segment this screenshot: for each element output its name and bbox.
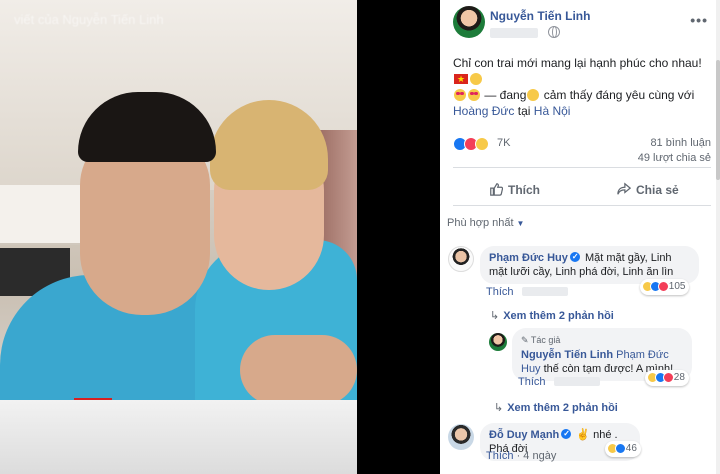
post-actions: Thích Chia sẻ — [453, 176, 711, 206]
reply-reactions-count: 28 — [673, 372, 685, 383]
person-arm — [240, 335, 357, 405]
heart-eyes-emoji-icon — [468, 89, 480, 101]
author-name[interactable]: Nguyễn Tiến Linh — [490, 9, 590, 23]
comment-sort-dropdown[interactable]: Phù hợp nhất ▼ — [447, 217, 524, 229]
comment-reactions[interactable]: 46 — [605, 441, 641, 457]
reactions-count[interactable]: 7K — [497, 137, 510, 149]
comment-meta-blurred — [521, 287, 568, 296]
thumbs-up-icon — [490, 183, 503, 196]
post-text: Chỉ con trai mới mang lại hạnh phúc cho … — [453, 55, 711, 119]
reply-arrow-icon: ↳ — [494, 402, 504, 414]
comment-sort-label: Phù hợp nhất — [447, 217, 514, 229]
reply-reactions[interactable]: 28 — [645, 370, 689, 386]
scrollbar-thumb[interactable] — [716, 60, 720, 180]
verified-badge-icon — [569, 250, 580, 264]
post-header: Nguyễn Tiến Linh ••• — [440, 0, 720, 44]
shares-count[interactable]: 49 lượt chia sẻ — [638, 152, 711, 164]
reaction-icons[interactable] — [453, 136, 489, 151]
post-feeling-text: cảm thấy đáng yêu cùng với — [543, 88, 695, 102]
haha-reaction-icon — [475, 136, 489, 151]
author-avatar[interactable] — [453, 6, 485, 38]
photo-shelf — [0, 185, 90, 245]
blurred-caption: viết của Nguyễn Tiến Linh — [0, 0, 357, 30]
commenter-avatar[interactable] — [448, 246, 474, 272]
view-more-replies-label: Xem thêm 2 phản hồi — [507, 402, 618, 414]
author-tag-label: Tác giả — [530, 335, 561, 345]
reply-arrow-icon: ↳ — [490, 310, 500, 322]
photo-viewer: viết của Nguyễn Tiến Linh — [0, 0, 440, 474]
comment-like-link[interactable]: Thích — [486, 286, 514, 298]
commenter-name[interactable]: Phạm Đức Huy — [489, 252, 568, 264]
caret-down-icon: ▼ — [516, 219, 525, 228]
share-button[interactable]: Chia sẻ — [617, 180, 679, 200]
tagged-place-link[interactable]: Hà Nội — [534, 104, 571, 118]
comment-reactions-count: 46 — [625, 443, 637, 454]
comment-like-link[interactable]: Thích — [486, 450, 514, 462]
comment-reactions-count: 105 — [668, 281, 686, 292]
heart-eyes-emoji-icon — [454, 89, 466, 101]
view-more-replies[interactable]: ↳ Xem thêm 2 phản hồi — [490, 309, 614, 322]
author-tag: ✎ Tác giả — [521, 335, 561, 345]
post-text-line1: Chỉ con trai mới mang lại hạnh phúc cho … — [453, 56, 702, 70]
share-button-label: Chia sẻ — [636, 183, 679, 197]
grin-emoji-icon — [470, 73, 482, 85]
more-icon[interactable]: ••• — [690, 12, 708, 28]
post-side-panel: Nguyễn Tiến Linh ••• Chỉ con trai mới ma… — [440, 0, 720, 474]
commenter-name[interactable]: Đỗ Duy Mạnh — [489, 429, 559, 441]
vietnam-flag-icon — [454, 71, 468, 87]
share-arrow-icon — [617, 182, 631, 195]
view-more-replies-label: Xem thêm 2 phản hồi — [503, 310, 614, 322]
reply-like-link[interactable]: Thích — [518, 376, 546, 388]
comment-links: Thích — [486, 286, 568, 298]
photo-bed — [0, 400, 357, 474]
reply-author-name[interactable]: Nguyễn Tiến Linh — [521, 349, 613, 361]
reply-meta-blurred — [553, 377, 600, 386]
comment-time[interactable]: 4 ngày — [523, 450, 556, 462]
post-time-blurred — [490, 28, 538, 38]
comment-reactions[interactable]: 105 — [640, 279, 690, 295]
tagged-person-link[interactable]: Hoàng Đức — [453, 104, 514, 118]
globe-icon — [548, 26, 560, 38]
victory-hand-icon: ✌ — [576, 429, 591, 441]
love-reaction-icon — [658, 280, 669, 292]
post-photo[interactable]: viết của Nguyễn Tiến Linh — [0, 0, 357, 474]
verified-badge-icon — [561, 427, 572, 441]
post-at-text: tại — [517, 104, 531, 118]
view-more-replies[interactable]: ↳ Xem thêm 2 phản hồi — [494, 401, 618, 414]
comments-count[interactable]: 81 bình luận — [650, 137, 711, 149]
comment-links: Thích · 4 ngày — [486, 450, 557, 462]
like-button-label: Thích — [508, 183, 540, 197]
post-stats: 7K 81 bình luận 49 lượt chia sẻ — [453, 132, 711, 168]
reply-author-avatar[interactable] — [489, 333, 507, 351]
like-reaction-icon — [615, 442, 626, 454]
post-feeling-prefix: — đang — [484, 88, 527, 102]
like-button[interactable]: Thích — [489, 180, 540, 200]
commenter-avatar[interactable] — [448, 424, 474, 450]
love-reaction-icon — [663, 371, 674, 383]
reply-links: Thích — [518, 376, 600, 388]
feeling-emoji-icon — [527, 89, 540, 101]
panel-scrollbar[interactable] — [716, 0, 720, 474]
blurred-caption-text: viết của Nguyễn Tiến Linh — [14, 12, 164, 27]
